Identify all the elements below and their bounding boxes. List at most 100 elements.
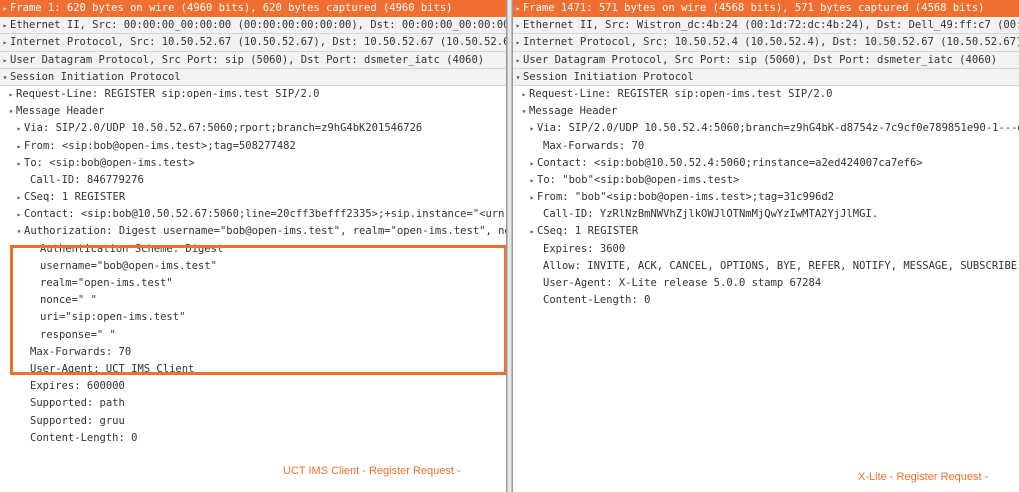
expand-arrow-icon[interactable]: ▸ xyxy=(513,17,523,33)
tree-row-request-line[interactable]: ▸ Request-Line: REGISTER sip:open-ims.tes… xyxy=(513,86,1019,103)
expand-arrow-icon[interactable]: ▸ xyxy=(527,189,537,206)
tree-row-to[interactable]: ▸ To: <sip:bob@open-ims.test> xyxy=(0,155,506,172)
tree-row-auth-response[interactable]: response=" " xyxy=(0,327,506,344)
tree-row-to[interactable]: ▸ To: "bob"<sip:bob@open-ims.test> xyxy=(513,172,1019,189)
tree-row-message-header[interactable]: ▾ Message Header xyxy=(513,103,1019,120)
expand-arrow-icon[interactable]: ▸ xyxy=(0,52,10,68)
tree-row-text: Request-Line: REGISTER sip:open-ims.test… xyxy=(16,87,320,100)
tree-row-auth-uri[interactable]: uri="sip:open-ims.test" xyxy=(0,309,506,326)
tree-row-text: To: <sip:bob@open-ims.test> xyxy=(24,156,195,169)
expand-arrow-icon[interactable]: ▸ xyxy=(14,138,24,155)
tree-row-text: Frame 1471: 571 bytes on wire (4568 bits… xyxy=(523,2,985,14)
tree-row-sip[interactable]: ▾ Session Initiation Protocol xyxy=(513,68,1019,86)
tree-row-text: User-Agent: UCT IMS Client xyxy=(30,362,195,375)
expand-arrow-icon[interactable]: ▸ xyxy=(527,223,537,240)
tree-row-from[interactable]: ▸ From: <sip:bob@open-ims.test>;tag=50827… xyxy=(0,138,506,155)
tree-row-text: Authorization: Digest username="bob@open… xyxy=(24,225,506,238)
tree-row-contact[interactable]: ▸ Contact: <sip:bob@10.50.52.4:5060;rinst… xyxy=(513,155,1019,172)
expand-arrow-icon[interactable]: ▸ xyxy=(527,172,537,189)
tree-row-text: Call-ID: 846779276 xyxy=(30,173,144,186)
expand-arrow-icon[interactable]: ▸ xyxy=(14,206,24,223)
tree-row-ip[interactable]: ▸ Internet Protocol, Src: 10.50.52.4 (10.… xyxy=(513,34,1019,52)
tree-row-text: Internet Protocol, Src: 10.50.52.67 (10.… xyxy=(10,36,506,49)
expand-arrow-icon[interactable]: ▸ xyxy=(527,155,537,172)
expand-arrow-icon[interactable]: ▸ xyxy=(513,0,523,17)
right-caption: X-Lite - Register Request - xyxy=(858,471,989,483)
tree-row-contact[interactable]: ▸ Contact: <sip:bob@10.50.52.67:5060;line… xyxy=(0,206,506,223)
expand-arrow-icon[interactable]: ▸ xyxy=(527,120,537,137)
tree-row-text: Request-Line: REGISTER sip:open-ims.test… xyxy=(529,87,833,100)
tree-row-sip[interactable]: ▾ Session Initiation Protocol xyxy=(0,68,506,86)
tree-row-expires[interactable]: Expires: 3600 xyxy=(513,241,1019,258)
tree-row-user-agent[interactable]: User-Agent: X-Lite release 5.0.0 stamp 6… xyxy=(513,275,1019,292)
collapse-arrow-icon[interactable]: ▾ xyxy=(0,69,10,85)
expand-arrow-icon[interactable]: ▸ xyxy=(6,86,16,103)
tree-row-text: Ethernet II, Src: 00:00:00_00:00:00 (00:… xyxy=(10,19,506,32)
tree-row-udp[interactable]: ▸ User Datagram Protocol, Src Port: sip (… xyxy=(0,51,506,69)
tree-row-text: Session Initiation Protocol xyxy=(523,70,694,83)
tree-row-via[interactable]: ▸ Via: SIP/2.0/UDP 10.50.52.4:5060;branch… xyxy=(513,120,1019,137)
tree-row-text: Content-Length: 0 xyxy=(30,431,138,444)
tree-row-text: username="bob@open-ims.test" xyxy=(40,259,218,272)
collapse-arrow-icon[interactable]: ▾ xyxy=(6,103,16,120)
tree-row-text: Contact: <sip:bob@10.50.52.4:5060;rinsta… xyxy=(537,156,923,169)
tree-row-text: Max-Forwards: 70 xyxy=(543,139,645,152)
tree-row-text: Session Initiation Protocol xyxy=(10,70,181,83)
collapse-arrow-icon[interactable]: ▾ xyxy=(14,223,24,240)
tree-row-text: Via: SIP/2.0/UDP 10.50.52.4:5060;branch=… xyxy=(537,122,1019,135)
expand-arrow-icon[interactable]: ▸ xyxy=(513,52,523,68)
right-packet-details-pane: ▸ Frame 1471: 571 bytes on wire (4568 bit… xyxy=(512,0,1019,492)
tree-row-message-header[interactable]: ▾ Message Header xyxy=(0,103,506,120)
tree-row-auth-username[interactable]: username="bob@open-ims.test" xyxy=(0,258,506,275)
tree-row-frame[interactable]: ▸ Frame 1: 620 bytes on wire (4960 bits),… xyxy=(0,0,506,18)
tree-row-call-id[interactable]: Call-ID: 846779276 xyxy=(0,172,506,189)
expand-arrow-icon[interactable]: ▸ xyxy=(0,0,10,17)
tree-row-text: User Datagram Protocol, Src Port: sip (5… xyxy=(10,53,485,66)
tree-row-cseq[interactable]: ▸ CSeq: 1 REGISTER xyxy=(513,223,1019,240)
left-packet-details-pane: ▸ Frame 1: 620 bytes on wire (4960 bits),… xyxy=(0,0,507,492)
tree-row-user-agent[interactable]: User-Agent: UCT IMS Client xyxy=(0,361,506,378)
tree-row-cseq[interactable]: ▸ CSeq: 1 REGISTER xyxy=(0,189,506,206)
tree-row-text: User Datagram Protocol, Src Port: sip (5… xyxy=(523,53,998,66)
tree-row-text: From: "bob"<sip:bob@open-ims.test>;tag=3… xyxy=(537,191,835,204)
tree-row-supported-path[interactable]: Supported: path xyxy=(0,395,506,412)
tree-row-auth-realm[interactable]: realm="open-ims.test" xyxy=(0,275,506,292)
tree-row-text: realm="open-ims.test" xyxy=(40,277,173,289)
tree-row-ethernet[interactable]: ▸ Ethernet II, Src: 00:00:00_00:00:00 (00… xyxy=(0,17,506,35)
tree-row-max-forwards[interactable]: Max-Forwards: 70 xyxy=(513,138,1019,155)
expand-arrow-icon[interactable]: ▸ xyxy=(519,86,529,103)
tree-row-text: Frame 1: 620 bytes on wire (4960 bits), … xyxy=(10,2,453,14)
tree-row-text: Authentication Scheme: Digest xyxy=(40,242,224,255)
tree-row-content-length[interactable]: Content-Length: 0 xyxy=(513,292,1019,309)
tree-row-allow[interactable]: Allow: INVITE, ACK, CANCEL, OPTIONS, BYE… xyxy=(513,258,1019,275)
tree-row-ethernet[interactable]: ▸ Ethernet II, Src: Wistron_dc:4b:24 (00:… xyxy=(513,17,1019,35)
expand-arrow-icon[interactable]: ▸ xyxy=(513,34,523,50)
tree-row-frame[interactable]: ▸ Frame 1471: 571 bytes on wire (4568 bit… xyxy=(513,0,1019,18)
left-caption: UCT IMS Client - Register Request - xyxy=(283,465,461,477)
expand-arrow-icon[interactable]: ▸ xyxy=(14,189,24,206)
collapse-arrow-icon[interactable]: ▾ xyxy=(513,69,523,85)
tree-row-text: Supported: gruu xyxy=(30,414,125,427)
tree-row-supported-gruu[interactable]: Supported: gruu xyxy=(0,413,506,430)
expand-arrow-icon[interactable]: ▸ xyxy=(14,120,24,137)
tree-row-auth-nonce[interactable]: nonce=" " xyxy=(0,292,506,309)
tree-row-text: Message Header xyxy=(529,105,618,118)
expand-arrow-icon[interactable]: ▸ xyxy=(14,155,24,172)
tree-row-authorization[interactable]: ▾ Authorization: Digest username="bob@ope… xyxy=(0,223,506,240)
tree-row-request-line[interactable]: ▸ Request-Line: REGISTER sip:open-ims.tes… xyxy=(0,86,506,103)
tree-row-text: response=" " xyxy=(40,328,116,341)
tree-row-text: Via: SIP/2.0/UDP 10.50.52.67:5060;rport;… xyxy=(24,122,423,135)
tree-row-from[interactable]: ▸ From: "bob"<sip:bob@open-ims.test>;tag=… xyxy=(513,189,1019,206)
tree-row-content-length[interactable]: Content-Length: 0 xyxy=(0,430,506,447)
tree-row-max-forwards[interactable]: Max-Forwards: 70 xyxy=(0,344,506,361)
tree-row-auth-scheme[interactable]: Authentication Scheme: Digest xyxy=(0,241,506,258)
tree-row-expires[interactable]: Expires: 600000 xyxy=(0,378,506,395)
tree-row-udp[interactable]: ▸ User Datagram Protocol, Src Port: sip (… xyxy=(513,51,1019,69)
tree-row-via[interactable]: ▸ Via: SIP/2.0/UDP 10.50.52.67:5060;rport… xyxy=(0,120,506,137)
expand-arrow-icon[interactable]: ▸ xyxy=(0,34,10,50)
tree-row-ip[interactable]: ▸ Internet Protocol, Src: 10.50.52.67 (10… xyxy=(0,34,506,52)
collapse-arrow-icon[interactable]: ▾ xyxy=(519,103,529,120)
expand-arrow-icon[interactable]: ▸ xyxy=(0,17,10,33)
tree-row-text: Message Header xyxy=(16,105,105,118)
tree-row-call-id[interactable]: Call-ID: YzRlNzBmNWVhZjlkOWJlOTNmMjQwYzI… xyxy=(513,206,1019,223)
